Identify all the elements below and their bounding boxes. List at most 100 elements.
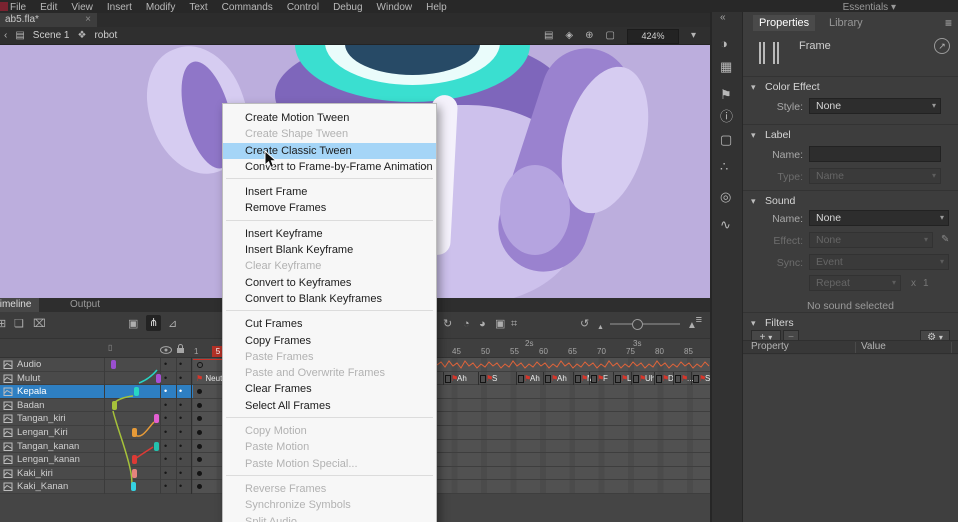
keyframe-marker[interactable] (196, 443, 203, 450)
layer-lock-dot[interactable]: • (179, 467, 182, 480)
layer-lock-dot[interactable]: • (179, 453, 182, 466)
brush-library-icon[interactable]: ∴ (720, 160, 728, 174)
center-stage-icon[interactable]: ⊕ (585, 27, 593, 45)
lock-icon[interactable] (176, 344, 185, 354)
layer-visibility-dot[interactable]: • (164, 467, 167, 480)
layer-visibility-dot[interactable]: • (164, 358, 167, 371)
menubar-item[interactable]: Text (189, 0, 207, 13)
onion-skin-icon[interactable]: ◔ (463, 317, 470, 331)
keyframe-marker[interactable] (196, 388, 203, 395)
style-dropdown[interactable]: None ▾ (809, 98, 941, 114)
new-folder-icon[interactable]: ❏ (14, 317, 24, 331)
parent-link-node[interactable] (132, 428, 137, 437)
parent-link-node[interactable] (154, 442, 159, 451)
collapse-panels-icon[interactable]: « (720, 12, 726, 23)
context-menu-item[interactable]: Insert Blank Keyframe (223, 242, 436, 258)
menubar-item[interactable]: Debug (333, 0, 362, 13)
keyframe-marker[interactable] (196, 361, 203, 368)
marker-range-icon[interactable]: ⌗ (511, 317, 517, 331)
menubar-item[interactable]: Commands (222, 0, 273, 13)
pencil-icon[interactable]: ✎ (941, 234, 949, 245)
delete-layer-icon[interactable]: ⌧ (33, 317, 46, 331)
parent-link-node[interactable] (134, 387, 139, 396)
eye-icon[interactable] (160, 346, 172, 354)
parenting-view-icon[interactable]: ⋔ (146, 315, 161, 331)
tab-library[interactable]: Library (829, 17, 863, 29)
cc-libraries-icon[interactable]: ◎ (720, 190, 731, 204)
timeline-zoom-out-icon[interactable]: ▲ (597, 321, 604, 335)
layer-lock-dot[interactable]: • (179, 385, 182, 398)
layer-lock-dot[interactable]: • (179, 412, 182, 425)
align-panel-icon[interactable]: ⚑ (720, 88, 732, 102)
menubar-item[interactable]: Edit (40, 0, 57, 13)
tab-properties[interactable]: Properties (753, 15, 815, 31)
keyframe-marker[interactable] (196, 470, 203, 477)
layer-depth-icon[interactable]: ⊿ (168, 317, 177, 331)
section-color-effect[interactable]: ▾ Color Effect (743, 76, 958, 99)
parent-link-node[interactable] (154, 414, 159, 423)
context-menu-item[interactable]: Convert to Frame-by-Frame Animation › (223, 159, 436, 175)
timeline-zoom-slider[interactable] (610, 323, 680, 325)
context-menu-item[interactable]: Remove Frames (223, 200, 436, 216)
lip-sync-keyframe[interactable]: ⚑ S (478, 372, 518, 386)
sound-name-dropdown[interactable]: None ▾ (809, 210, 949, 226)
keyframe-marker[interactable] (196, 415, 203, 422)
layer-lock-dot[interactable]: • (179, 358, 182, 371)
breadcrumb-scene[interactable]: Scene 1 (33, 27, 70, 45)
keyframe-marker[interactable] (196, 429, 203, 436)
parent-link-node[interactable] (112, 401, 117, 410)
color-panel-icon[interactable]: ◑ (720, 37, 728, 51)
context-menu-item[interactable]: Create Classic Tween (223, 143, 436, 159)
lip-sync-keyframe[interactable]: ⚑ S (691, 372, 710, 386)
label-name-input[interactable] (809, 146, 941, 162)
stage-zoom-input[interactable]: 424% (627, 29, 679, 44)
section-label[interactable]: ▾ Label (743, 124, 958, 147)
camera-icon[interactable]: ▣ (128, 317, 138, 331)
menubar-item[interactable]: Insert (107, 0, 132, 13)
menubar-item[interactable]: Modify (146, 0, 175, 13)
tab-timeline[interactable]: Timeline (0, 298, 39, 312)
transform-panel-icon[interactable]: ▢ (720, 133, 732, 147)
layer-visibility-dot[interactable]: • (164, 480, 167, 493)
edit-multiple-frames-icon[interactable]: ▣ (495, 317, 505, 331)
layer-visibility-dot[interactable]: • (164, 372, 167, 385)
context-menu-item[interactable]: Convert to Blank Keyframes (223, 291, 436, 307)
layer-lock-dot[interactable]: • (179, 372, 182, 385)
clip-bounds-icon[interactable]: ▢ (606, 27, 615, 45)
keyframe-marker[interactable] (196, 402, 203, 409)
context-menu-item[interactable]: Convert to Keyframes (223, 275, 436, 291)
layer-visibility-dot[interactable]: • (164, 399, 167, 412)
menubar-item[interactable]: File (10, 0, 26, 13)
keyframe-marker[interactable] (196, 456, 203, 463)
breadcrumb-symbol[interactable]: robot (94, 27, 117, 45)
context-menu-item[interactable]: Create Motion Tween (223, 110, 436, 126)
layer-visibility-dot[interactable]: • (164, 385, 167, 398)
chevron-down-icon[interactable]: ▾ (691, 27, 696, 45)
repeat-count[interactable]: 1 (923, 278, 929, 289)
document-tab[interactable]: ab5.fla* × (0, 13, 97, 27)
onion-outlines-icon[interactable]: ◕ (479, 317, 486, 331)
layer-visibility-dot[interactable]: • (164, 453, 167, 466)
menubar-item[interactable]: Help (426, 0, 447, 13)
collapse-triangle-icon[interactable]: ▾ (751, 195, 756, 207)
context-menu-item[interactable]: Insert Keyframe (223, 226, 436, 242)
context-menu-item[interactable]: Select All Frames (223, 398, 436, 414)
context-menu-item[interactable]: Insert Frame (223, 184, 436, 200)
clip-actions-icon[interactable]: ▤ (544, 27, 553, 45)
swatches-panel-icon[interactable]: ▦ (720, 60, 732, 74)
back-icon[interactable]: ‹ (4, 27, 7, 45)
collapse-triangle-icon[interactable]: ▾ (751, 129, 756, 141)
center-frame-icon[interactable]: ↺ (580, 317, 589, 331)
menubar-item[interactable]: View (71, 0, 93, 13)
keyframe-marker[interactable] (196, 483, 203, 490)
lip-sync-keyframe[interactable]: ⚑ Ah (443, 372, 483, 386)
context-menu-item[interactable]: Clear Frames (223, 381, 436, 397)
parent-link-node[interactable] (111, 360, 116, 369)
loop-icon[interactable]: ↻ (443, 317, 452, 331)
layer-visibility-dot[interactable]: • (164, 412, 167, 425)
layer-lock-dot[interactable]: • (179, 399, 182, 412)
menubar-item[interactable]: Control (287, 0, 319, 13)
timeline-panel-menu-icon[interactable]: ≡ (696, 314, 702, 326)
motion-editor-icon[interactable]: ∿ (720, 218, 731, 232)
context-menu-item[interactable]: Copy Frames (223, 333, 436, 349)
